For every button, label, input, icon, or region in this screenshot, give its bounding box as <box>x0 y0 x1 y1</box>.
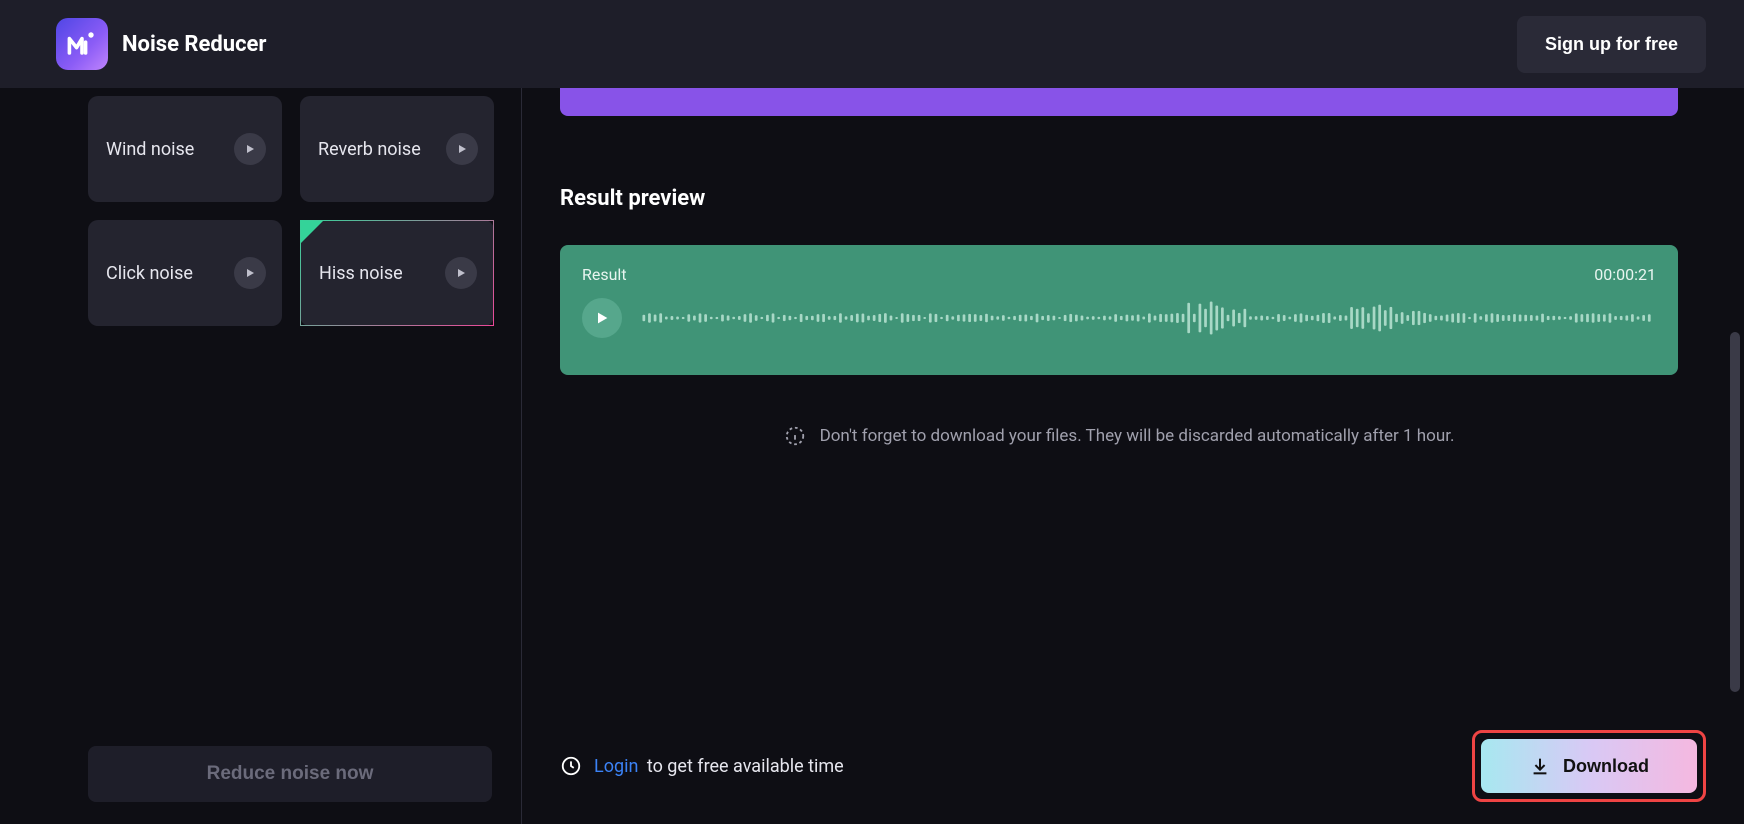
clock-icon <box>560 755 582 777</box>
login-rest-text: to get free available time <box>647 756 844 777</box>
logo-icon <box>64 26 100 62</box>
download-button[interactable]: Download <box>1481 739 1697 793</box>
play-icon <box>456 143 468 155</box>
bottom-bar: Login to get free available time Downloa… <box>560 730 1706 802</box>
noise-tile-click-noise[interactable]: Click noise <box>88 220 282 326</box>
play-icon <box>244 267 256 279</box>
progress-bar <box>560 88 1678 116</box>
result-section-title: Result preview <box>560 186 1678 211</box>
noise-tile-wind-noise[interactable]: Wind noise <box>88 96 282 202</box>
download-icon <box>1529 755 1551 777</box>
login-link[interactable]: Login <box>594 756 638 777</box>
brand: Noise Reducer <box>56 18 267 70</box>
download-note: Don't forget to download your files. The… <box>560 425 1678 447</box>
tile-play-button[interactable] <box>445 257 477 289</box>
tile-play-button[interactable] <box>234 133 266 165</box>
result-label: Result <box>582 265 627 284</box>
play-icon <box>594 310 610 326</box>
tile-label: Hiss noise <box>319 263 403 284</box>
noise-tiles: Wind noise Reverb noise Click noise Hiss no… <box>0 96 521 326</box>
app-header: Noise Reducer Sign up for free <box>0 0 1744 88</box>
tile-play-button[interactable] <box>446 133 478 165</box>
tile-label: Wind noise <box>106 139 194 160</box>
login-prompt: Login to get free available time <box>560 755 844 777</box>
noise-tile-reverb-noise[interactable]: Reverb noise <box>300 96 494 202</box>
sign-up-button[interactable]: Sign up for free <box>1517 16 1706 73</box>
app-title: Noise Reducer <box>122 32 267 57</box>
waveform <box>640 298 1656 338</box>
result-panel: Result preview Result 00:00:21 Don't for… <box>522 88 1744 824</box>
app-logo <box>56 18 108 70</box>
scrollbar[interactable] <box>1730 332 1740 692</box>
tile-play-button[interactable] <box>234 257 266 289</box>
download-highlight: Download <box>1472 730 1706 802</box>
main-content: Wind noise Reverb noise Click noise Hiss no… <box>0 88 1744 824</box>
info-icon <box>784 425 806 447</box>
result-card: Result 00:00:21 <box>560 245 1678 375</box>
play-icon <box>455 267 467 279</box>
tile-label: Click noise <box>106 263 193 284</box>
noise-type-panel: Wind noise Reverb noise Click noise Hiss no… <box>0 88 522 824</box>
reduce-noise-button[interactable]: Reduce noise now <box>88 746 492 802</box>
result-play-button[interactable] <box>582 298 622 338</box>
play-icon <box>244 143 256 155</box>
noise-tile-hiss-noise[interactable]: Hiss noise <box>300 220 494 326</box>
tile-label: Reverb noise <box>318 139 421 160</box>
result-duration: 00:00:21 <box>1594 265 1656 284</box>
note-text: Don't forget to download your files. The… <box>820 426 1455 446</box>
download-label: Download <box>1563 756 1649 777</box>
